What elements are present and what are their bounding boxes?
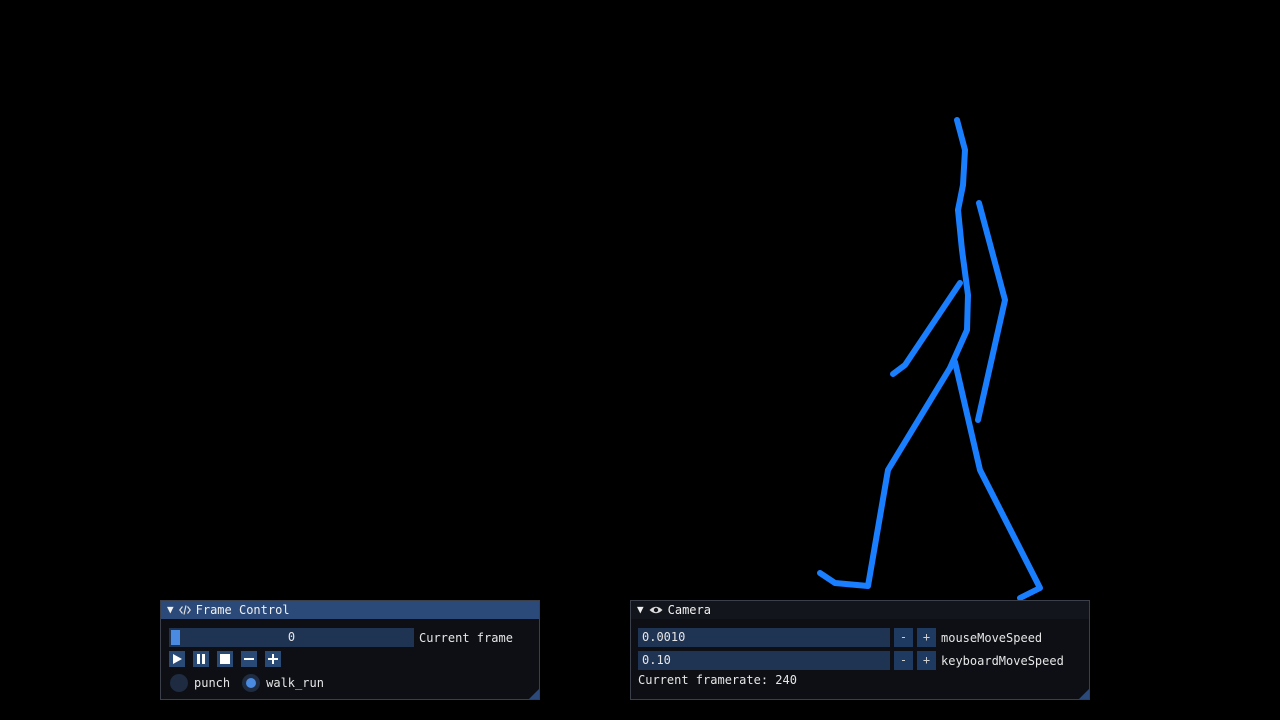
keyboard-speed-increment-button[interactable]: + [917,651,936,670]
resize-grip[interactable] [529,689,539,699]
next-frame-button[interactable] [265,651,281,667]
camera-titlebar[interactable]: ▼ Camera [631,601,1089,619]
punch-radio[interactable] [170,674,188,692]
framerate-readout: Current framerate: 240 [638,673,797,687]
mouse-move-speed-label: mouseMoveSpeed [941,630,1043,645]
play-icon [173,654,182,664]
camera-title: Camera [667,603,711,617]
current-frame-slider[interactable]: 0 [169,628,414,647]
stick-figure [817,117,1043,601]
keyboard-move-speed-label: keyboardMoveSpeed [941,653,1064,668]
punch-label: punch [194,676,231,690]
code-icon [178,605,191,615]
mouse-speed-increment-button[interactable]: + [917,628,936,647]
pause-button[interactable] [193,651,209,667]
previous-frame-button[interactable] [241,651,257,667]
mouse-move-speed-input[interactable]: 0.0010 [638,628,890,647]
eye-icon [649,606,663,614]
plus-icon [268,654,278,664]
camera-window[interactable]: ▼ Camera 0.0010 - + mouseMoveSpeed 0.10 … [630,600,1090,700]
stop-icon [220,654,230,664]
collapse-arrow-icon[interactable]: ▼ [167,601,174,619]
frame-control-window[interactable]: ▼ Frame Control 0 Current frame punch wa… [160,600,540,700]
current-frame-label: Current frame [419,630,513,645]
collapse-arrow-icon[interactable]: ▼ [637,601,644,619]
keyboard-speed-decrement-button[interactable]: - [894,651,913,670]
frame-control-title: Frame Control [195,603,290,617]
resize-grip[interactable] [1079,689,1089,699]
play-button[interactable] [169,651,185,667]
walk-run-label: walk_run [266,676,324,690]
pause-icon [197,654,205,664]
head-neck [954,117,968,213]
mouse-speed-decrement-button[interactable]: - [894,628,913,647]
front-leg [817,365,953,589]
stop-button[interactable] [217,651,233,667]
keyboard-move-speed-input[interactable]: 0.10 [638,651,890,670]
walk-run-radio[interactable] [242,674,261,692]
minus-icon [244,658,254,660]
front-arm [890,280,963,377]
current-frame-value: 0 [287,630,296,644]
frame-control-titlebar[interactable]: ▼ Frame Control [161,601,539,619]
back-leg [952,359,1043,601]
back-arm [975,200,1008,423]
